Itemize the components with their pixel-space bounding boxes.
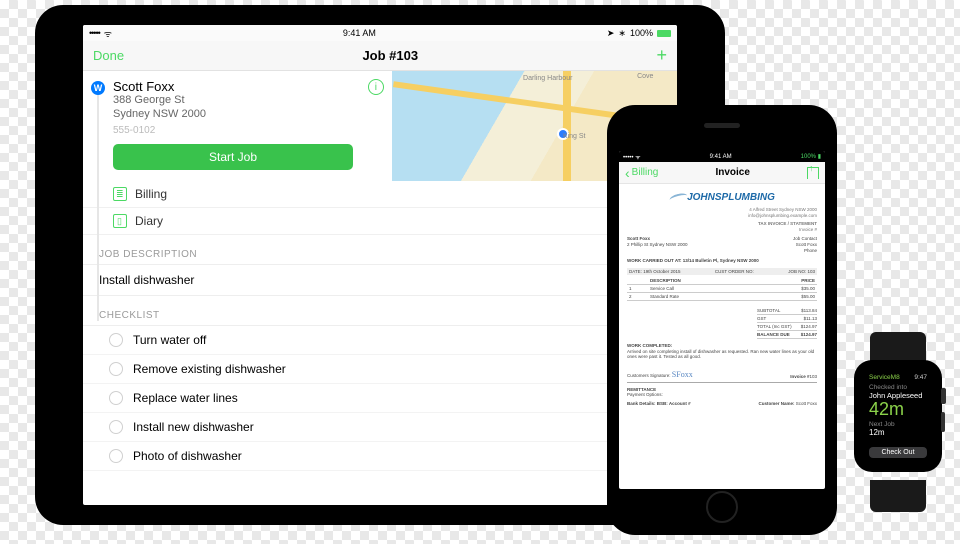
queue-badge: W (91, 81, 105, 95)
invoice-meta: DATE: 19th October 2015 CUST ORDER NO: J… (627, 268, 817, 275)
customer-addr2: Sydney NSW 2000 (113, 108, 380, 122)
map-label: King St (563, 133, 586, 140)
billing-icon (113, 187, 127, 201)
map-label: Cove (637, 73, 653, 80)
invoice-lines: DESCRIPTIONPRICE 1Service Call$35.00 2St… (627, 277, 817, 301)
elapsed-time: 42m (869, 400, 927, 418)
job-description[interactable]: Install dishwasher (83, 265, 677, 296)
side-button[interactable] (941, 412, 945, 432)
checklist-item[interactable]: Install new dishwasher (83, 413, 677, 442)
signal-icon (89, 28, 100, 38)
wifi-icon: ᯤ (104, 27, 112, 40)
checklist-label: Replace water lines (133, 391, 238, 405)
add-button[interactable]: + (656, 45, 667, 66)
job-body: W Scott Foxx 388 George St Sydney NSW 20… (83, 71, 677, 505)
diary-row[interactable]: Diary (83, 208, 677, 235)
iphone-screen: ••••• ᯤ 9:41 AM 100% ▮ Billing Invoice J… (619, 151, 825, 489)
checklist-label: Install new dishwasher (133, 420, 254, 434)
customer-name: Scott Foxx (113, 79, 380, 94)
checklist-item[interactable]: Remove existing dishwasher (83, 355, 677, 384)
status-time: 9:41 AM (710, 154, 732, 160)
start-job-button[interactable]: Start Job (113, 144, 353, 170)
signature-row: Customers Signature: SFoxx Invoice #103 (627, 370, 817, 379)
checkbox-icon[interactable] (109, 449, 123, 463)
invoice-totals: SUBTOTAL$113.84 GST$11.13 TOTAL (Inc GST… (757, 307, 817, 339)
done-button[interactable]: Done (93, 48, 124, 63)
bill-to: Scott Foxx 2 Phillip St Sydney NSW 2000 (627, 236, 688, 254)
ipad-navbar: Done Job #103 + (83, 41, 677, 71)
checkbox-icon[interactable] (109, 420, 123, 434)
checkbox-icon[interactable] (109, 333, 123, 347)
iphone-navbar: Billing Invoice (619, 162, 825, 184)
watch-app-name: ServiceM8 (869, 374, 900, 381)
checklist-label: Remove existing dishwasher (133, 362, 286, 376)
checkbox-icon[interactable] (109, 362, 123, 376)
checkout-button[interactable]: Check Out (869, 447, 927, 458)
diary-icon (113, 214, 127, 228)
iphone-device: ••••• ᯤ 9:41 AM 100% ▮ Billing Invoice J… (607, 105, 837, 535)
job-contact: Job Contact Scott Foxx Phone (793, 236, 817, 254)
invoice-preview[interactable]: JOHNSPLUMBING 4 Alfred Street Sydney NSW… (619, 184, 825, 489)
checklist-item[interactable]: Replace water lines (83, 384, 677, 413)
remittance: REMITTANCE Payment Options: Bank Details… (627, 387, 817, 406)
info-icon[interactable]: i (368, 79, 384, 95)
company-logo: JOHNSPLUMBING (627, 192, 817, 203)
customer-phone: 555-0102 (113, 125, 380, 136)
work-location: WORK CARRIED OUT AT: 13/14 Bulletin Pl, … (627, 258, 817, 264)
customer-card[interactable]: W Scott Foxx 388 George St Sydney NSW 20… (83, 71, 392, 181)
watch-device: ServiceM8 9:47 Checked into John Applese… (848, 332, 948, 512)
work-completed: WORK COMPLETED: Arrived on site completi… (627, 343, 817, 361)
location-icon: ➤ (607, 28, 615, 39)
iphone-statusbar: ••••• ᯤ 9:41 AM 100% ▮ (619, 151, 825, 162)
checklist-label: Turn water off (133, 333, 206, 347)
digital-crown[interactable] (941, 388, 946, 404)
watch-screen: ServiceM8 9:47 Checked into John Applese… (864, 370, 932, 462)
battery-pct: 100% (630, 28, 653, 38)
timeline-line (97, 95, 99, 321)
next-label: Next Job (869, 421, 927, 428)
ipad-statusbar: ᯤ 9:41 AM ➤∗ 100% (83, 25, 677, 41)
checked-label: Checked into (869, 384, 927, 391)
company-address: 4 Alfred Street Sydney NSW 2000 info@joh… (627, 207, 817, 232)
page-title: Job #103 (362, 48, 418, 63)
checklist-item[interactable]: Turn water off (83, 326, 677, 355)
billing-row[interactable]: Billing (83, 181, 677, 208)
watch-time: 9:47 (914, 374, 927, 381)
page-title: Invoice (715, 167, 749, 178)
customer-addr1: 388 George St (113, 94, 380, 108)
battery-icon (657, 30, 671, 37)
status-time: 9:41 AM (343, 28, 376, 38)
map-label: Darling Harbour (523, 75, 572, 82)
next-eta: 12m (869, 428, 927, 437)
checklist-item[interactable]: Photo of dishwasher (83, 442, 677, 471)
billing-label: Billing (135, 187, 167, 201)
share-icon[interactable] (807, 167, 819, 179)
checklist-label: Photo of dishwasher (133, 449, 242, 463)
back-button[interactable]: Billing (625, 167, 658, 178)
ipad-screen: ᯤ 9:41 AM ➤∗ 100% Done Job #103 + W Scott… (83, 25, 677, 505)
checklist-header: CHECKLIST (83, 296, 677, 326)
checkbox-icon[interactable] (109, 391, 123, 405)
bt-icon: ∗ (618, 28, 626, 39)
desc-header: JOB DESCRIPTION (83, 235, 677, 265)
diary-label: Diary (135, 214, 163, 228)
